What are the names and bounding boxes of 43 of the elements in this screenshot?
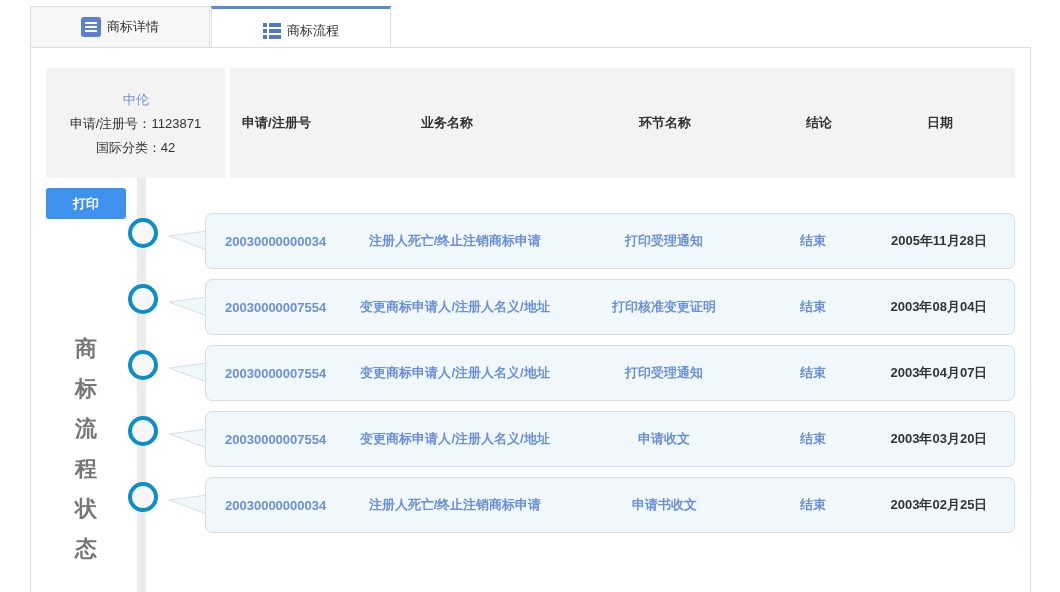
registration-number: 20030000007554 [225,299,328,315]
step-name: 申请收文 [637,430,691,448]
business-name: 变更商标申请人/注册人名义/地址 [359,364,551,382]
business-name: 注册人死亡/终止注销商标申请 [367,232,543,250]
timeline-node [128,350,158,380]
timeline-label: 商标流程状态 [75,335,97,563]
step-name: 申请书收文 [630,496,698,514]
column-header: 结论 [805,114,833,132]
registration-number: 20030000007554 [225,365,328,381]
list-icon [263,21,281,41]
result-text: 结束 [799,430,827,448]
timeline-node [128,218,158,248]
registration-number: 申请/注册号：1123871 [69,115,202,133]
registration-number: 20030000000034 [225,497,328,513]
date-text: 2003年02月25日 [889,496,989,514]
column-header: 申请/注册号 [242,114,312,132]
document-icon [81,17,101,37]
date-text: 2003年08月04日 [889,298,989,316]
step-name: 打印受理通知 [623,232,704,250]
step-name: 打印核准变更证明 [610,298,717,316]
step-name: 打印受理通知 [623,364,704,382]
date-text: 2003年04月07日 [889,364,989,382]
business-name: 变更商标申请人/注册人名义/地址 [359,430,551,448]
timeline-node [128,416,158,446]
business-name: 注册人死亡/终止注销商标申请 [367,496,543,514]
registration-number: 20030000000034 [225,233,328,249]
trademark-name: 中伦 [122,91,149,109]
result-text: 结束 [799,364,827,382]
date-text: 2005年11月28日 [889,232,989,250]
registration-number: 20030000007554 [225,431,328,447]
column-header: 日期 [926,114,954,132]
timeline-node [128,284,158,314]
class-number: 国际分类：42 [95,139,176,157]
result-text: 结束 [799,298,827,316]
column-header: 业务名称 [420,114,474,132]
business-name: 变更商标申请人/注册人名义/地址 [359,298,551,316]
result-text: 结束 [799,496,827,514]
timeline-node [128,482,158,512]
date-text: 2003年03月20日 [889,430,989,448]
tab[interactable]: 商标流程 [211,6,391,47]
result-text: 结束 [799,232,827,250]
column-header: 环节名称 [637,114,692,132]
tab[interactable]: 商标详情 [30,6,210,47]
